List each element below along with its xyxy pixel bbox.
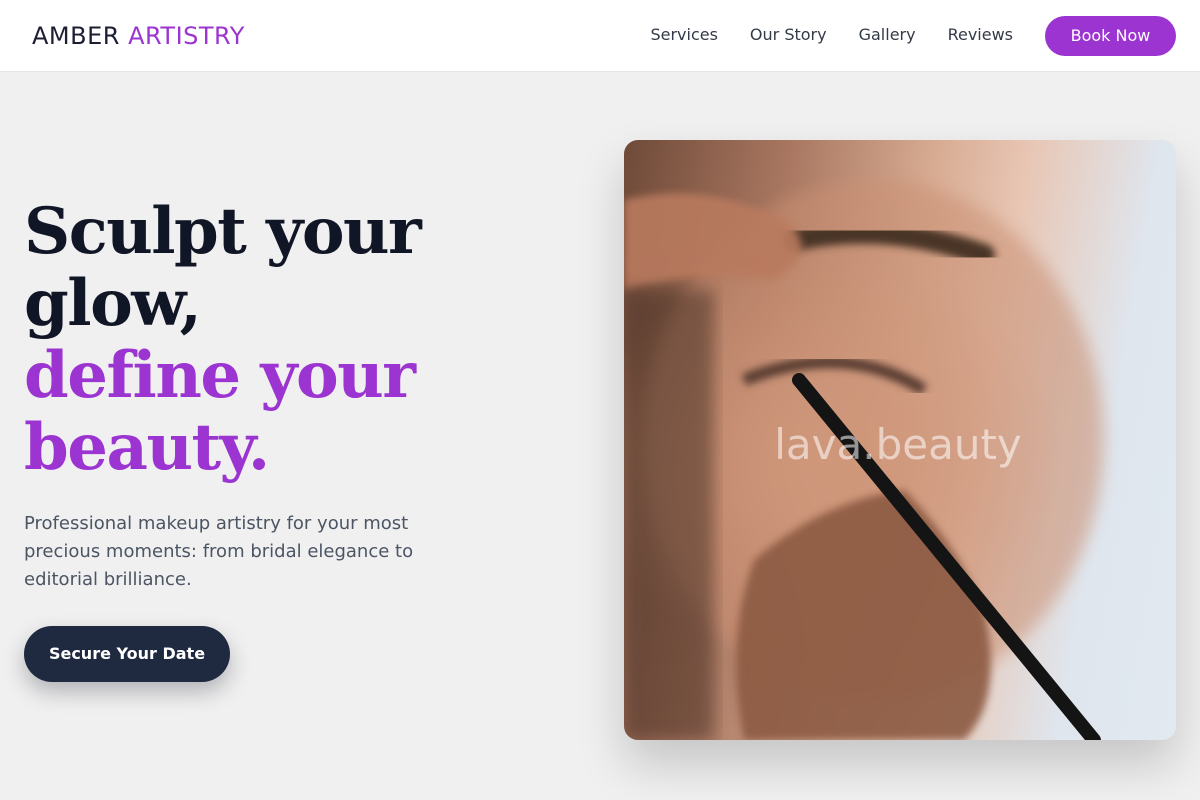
- nav-link-our-story[interactable]: Our Story: [750, 24, 827, 46]
- brand-name-part1: AMBER: [32, 22, 120, 50]
- hero-subtitle: Professional makeup artistry for your mo…: [24, 513, 414, 590]
- nav-links: Services Our Story Gallery Reviews: [650, 24, 1013, 46]
- secure-your-date-button[interactable]: Secure Your Date: [24, 626, 230, 682]
- hero-makeup-image: lava.beauty: [624, 140, 1176, 740]
- hero-title: Sculpt your glow, define your beauty.: [24, 196, 544, 484]
- hero-title-line-2: glow,: [24, 266, 202, 341]
- book-now-button[interactable]: Book Now: [1045, 16, 1176, 56]
- image-watermark: lava.beauty: [774, 420, 1022, 469]
- brand-logo[interactable]: AMBER ARTISTRY: [32, 20, 245, 52]
- nav-link-reviews[interactable]: Reviews: [948, 24, 1013, 46]
- top-navbar: AMBER ARTISTRY Services Our Story Galler…: [0, 0, 1200, 72]
- nav-link-gallery[interactable]: Gallery: [859, 24, 916, 46]
- nav-link-services[interactable]: Services: [650, 24, 717, 46]
- hero-title-line-3: define your: [24, 338, 416, 413]
- brand-name-part2: ARTISTRY: [128, 22, 245, 50]
- hero-title-line-1: Sculpt your: [24, 194, 422, 269]
- hero-title-line-4: beauty.: [24, 410, 270, 485]
